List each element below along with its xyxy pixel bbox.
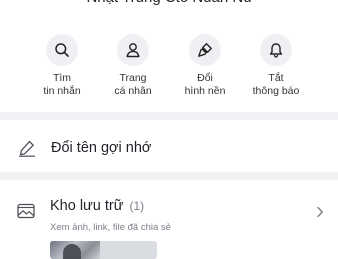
change-wallpaper-label-2: hình nền [184, 85, 226, 97]
section-divider [0, 172, 338, 180]
profile-label-1: Trang [119, 72, 147, 84]
storage-count: (1) [129, 199, 145, 213]
brush-icon [189, 34, 221, 66]
rename-nickname-label: Đổi tên gợi nhớ [51, 140, 152, 156]
conversation-title: Nhật Trung Cto Nuan Nu [0, 0, 338, 9]
mute-notifications-label-1: Tắt [268, 72, 284, 84]
profile-label-2: cá nhân [114, 85, 152, 97]
storage-row[interactable]: Kho lưu trữ (1) Xem ảnh, link, file đã c… [0, 188, 338, 259]
profile-button[interactable]: Trang cá nhân [97, 34, 169, 98]
mute-notifications-button[interactable]: Tắt thông báo [240, 34, 312, 98]
search-messages-label-1: Tìm [52, 72, 72, 84]
chevron-right-icon [317, 206, 323, 218]
search-messages-button[interactable]: Tìm tin nhắn [26, 34, 98, 98]
quick-actions: Tìm tin nhắn Trang cá nhân Đổi hình nền [0, 34, 338, 106]
mute-notifications-label-2: thông báo [252, 85, 300, 97]
section-divider [0, 112, 338, 120]
change-wallpaper-label-1: Đổi [197, 72, 213, 84]
pencil-icon [19, 140, 35, 157]
image-folder-icon [17, 203, 35, 219]
storage-title: Kho lưu trữ [50, 198, 124, 214]
search-messages-label-2: tin nhắn [43, 85, 81, 97]
search-icon [46, 34, 78, 66]
user-icon [117, 34, 149, 66]
change-wallpaper-button[interactable]: Đổi hình nền [169, 34, 241, 98]
shared-media-thumbnail[interactable] [50, 241, 157, 259]
rename-nickname-row[interactable]: Đổi tên gợi nhớ [0, 124, 338, 172]
storage-subtitle: Xem ảnh, link, file đã chia sẻ [50, 222, 171, 233]
bell-icon [260, 34, 292, 66]
